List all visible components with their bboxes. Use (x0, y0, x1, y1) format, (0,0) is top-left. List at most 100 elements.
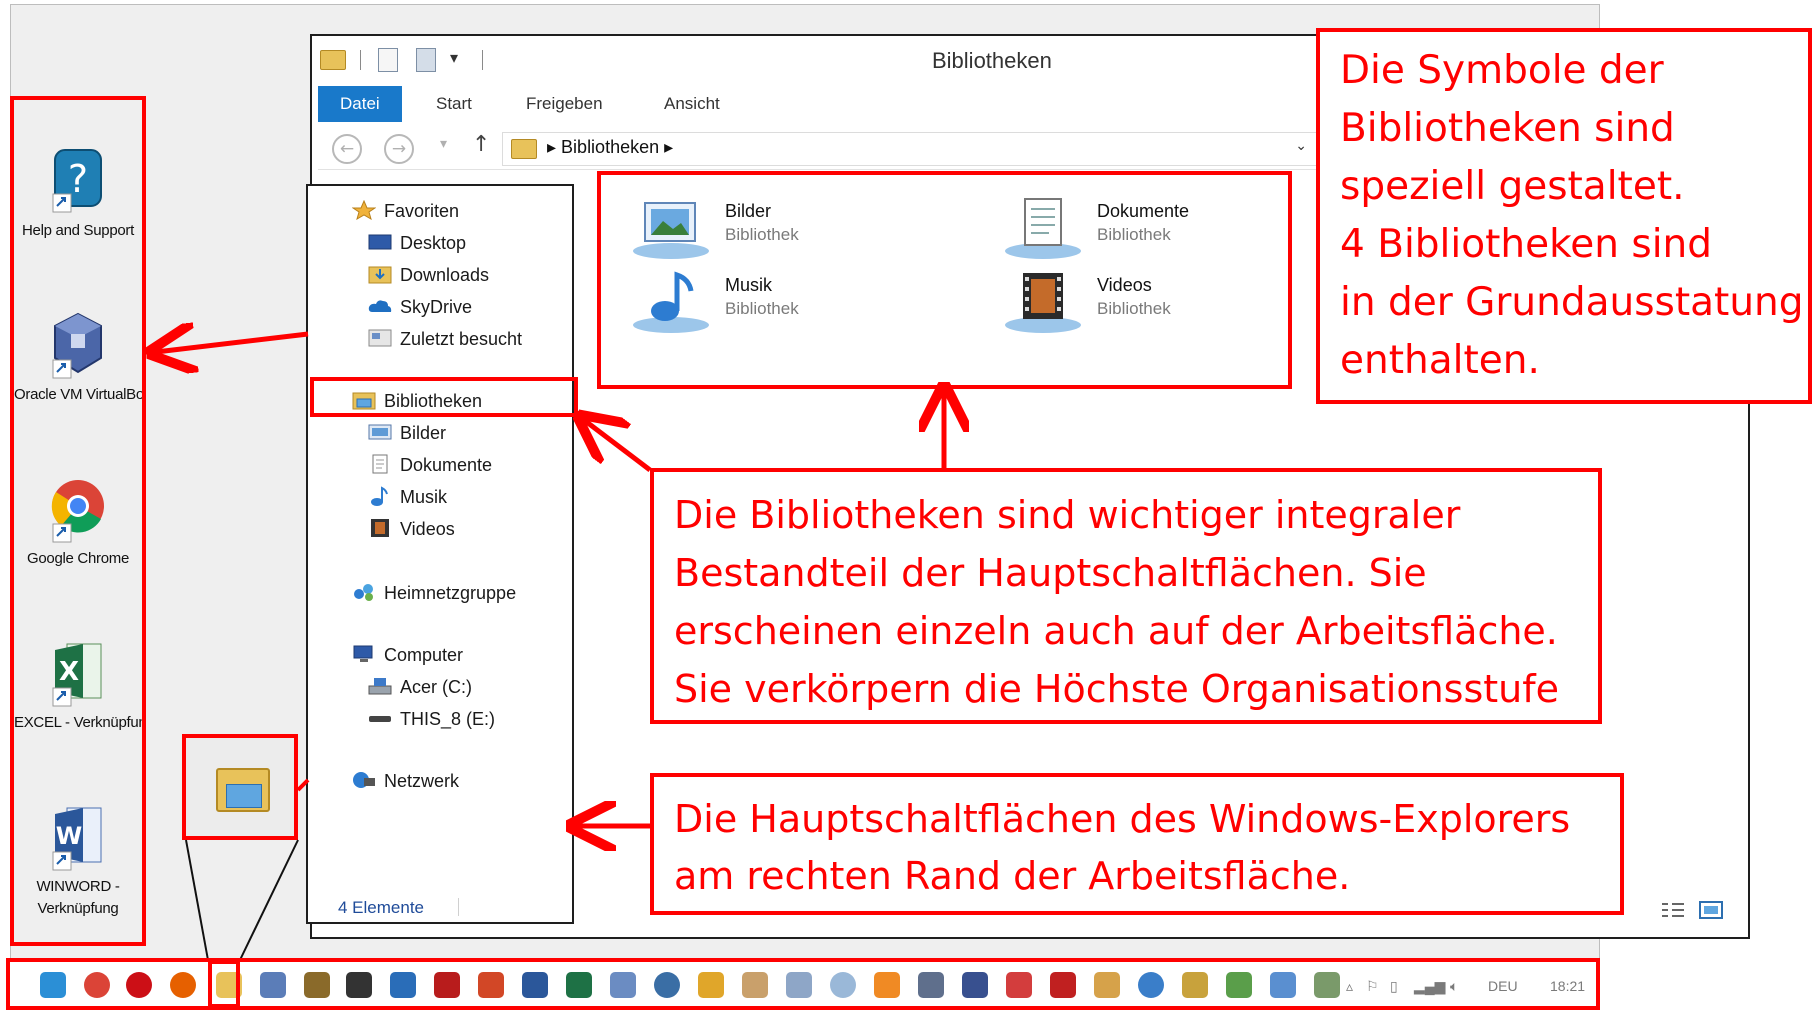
callout-main-buttons: Die Hauptschaltflächen des Windows-Explo… (650, 773, 1624, 915)
app-icon[interactable] (830, 972, 856, 998)
library-item-bilder[interactable]: Bilder Bibliothek (615, 193, 915, 263)
nav-label: Desktop (400, 233, 467, 253)
vlc-icon[interactable] (874, 972, 900, 998)
app-icon[interactable] (698, 972, 724, 998)
back-button[interactable]: ← (332, 134, 362, 164)
nav-documents[interactable]: Dokumente (368, 452, 492, 478)
desktop-icon-label: Oracle VM VirtualBox (14, 386, 142, 403)
desktop-icon-chrome[interactable]: Google Chrome (14, 474, 142, 570)
app-icon[interactable] (1226, 972, 1252, 998)
app-icon[interactable] (260, 972, 286, 998)
library-item-musik[interactable]: Musik Bibliothek (615, 267, 915, 337)
flag-icon[interactable]: ⚐ (1366, 978, 1379, 995)
nav-videos[interactable]: Videos (368, 516, 455, 542)
navigation-pane: Favoriten Desktop Downloads SkyDrive Zul… (306, 184, 574, 924)
screenshot-stage: ? Help and Support Oracle VM VirtualBox … (0, 0, 1813, 1010)
details-view-icon[interactable] (1658, 896, 1728, 926)
nav-pictures[interactable]: Bilder (368, 420, 446, 446)
app-icon[interactable] (1138, 972, 1164, 998)
nav-computer[interactable]: Computer (352, 642, 463, 668)
nav-downloads[interactable]: Downloads (368, 262, 489, 288)
callout-library-symbols: Die Symbole der Bibliotheken sind spezie… (1316, 28, 1812, 404)
desktop-icon-label: Google Chrome (27, 550, 129, 567)
address-bar-row: ← → ▾ ↑ ▸ Bibliotheken ▸ ⌄ (318, 126, 1318, 170)
nav-label: Dokumente (400, 455, 493, 475)
clock[interactable]: 18:21 (1550, 978, 1585, 994)
nav-label: Musik (400, 487, 448, 507)
status-item-count: 4 Elemente (338, 898, 424, 917)
breadcrumb-item[interactable]: Bibliotheken (561, 137, 659, 157)
library-item-dokumente[interactable]: Dokumente Bibliothek (987, 193, 1287, 263)
address-bar[interactable]: ▸ Bibliotheken ▸ ⌄ (502, 132, 1318, 166)
app-icon[interactable] (1314, 972, 1340, 998)
excel-icon: X (49, 638, 107, 708)
show-hidden-icons-icon[interactable]: ▵ (1346, 978, 1353, 995)
tab-start[interactable]: Start (436, 86, 472, 122)
app-icon[interactable] (654, 972, 680, 998)
app-icon[interactable] (918, 972, 944, 998)
customize-qat-icon[interactable]: ▾ (450, 48, 458, 67)
tab-datei[interactable]: Datei (318, 86, 402, 122)
desktop-icon-virtualbox[interactable]: Oracle VM VirtualBox (14, 310, 142, 406)
firefox-icon[interactable] (170, 972, 196, 998)
desktop-icon-excel[interactable]: X EXCEL - Verknüpfung (14, 638, 142, 734)
svg-text:W: W (56, 822, 82, 850)
app-icon[interactable] (1050, 972, 1076, 998)
opera-icon[interactable] (126, 972, 152, 998)
explorer-taskbar-highlight (208, 960, 240, 1008)
library-name: Musik (725, 275, 773, 295)
chrome-icon[interactable] (84, 972, 110, 998)
speaker-icon[interactable]: 🔈︎ (1450, 978, 1458, 995)
library-name: Dokumente (1097, 201, 1190, 221)
nav-drive-e[interactable]: THIS_8 (E:) (368, 706, 495, 732)
nav-label: Downloads (400, 265, 490, 285)
desktop-icon-word[interactable]: W WINWORD - Verknüpfung (14, 802, 142, 920)
tab-ansicht[interactable]: Ansicht (664, 86, 720, 122)
view-toggle (1658, 896, 1728, 926)
forward-button[interactable]: → (384, 134, 414, 164)
nav-homegroup[interactable]: Heimnetzgruppe (352, 580, 516, 606)
app-icon[interactable] (390, 972, 416, 998)
new-folder-icon[interactable] (416, 48, 436, 72)
nav-label: Favoriten (384, 201, 460, 221)
app-icon[interactable] (786, 972, 812, 998)
app-icon[interactable] (962, 972, 988, 998)
properties-icon[interactable] (378, 48, 398, 72)
app-icon[interactable] (1182, 972, 1208, 998)
app-icon[interactable] (1094, 972, 1120, 998)
app-icon[interactable] (434, 972, 460, 998)
computer-icon (352, 644, 376, 664)
nav-drive-c[interactable]: Acer (C:) (368, 674, 472, 700)
chevron-down-icon[interactable]: ⌄ (1295, 138, 1307, 154)
desktop-icon-help[interactable]: ? Help and Support (14, 146, 142, 242)
app-icon[interactable] (1270, 972, 1296, 998)
powerpoint-icon[interactable] (478, 972, 504, 998)
nav-skydrive[interactable]: SkyDrive (368, 294, 472, 320)
up-arrow-icon[interactable]: ↑ (472, 132, 490, 157)
nav-favorites[interactable]: Favoriten (351, 198, 460, 224)
app-icon[interactable] (742, 972, 768, 998)
app-icon[interactable] (1006, 972, 1032, 998)
app-icon[interactable] (610, 972, 636, 998)
language-indicator[interactable]: DEU (1488, 978, 1518, 994)
network-signal-icon[interactable]: ▂▄▆ (1414, 978, 1445, 995)
word-icon[interactable] (522, 972, 548, 998)
help-icon: ? (49, 146, 107, 216)
library-item-videos[interactable]: Videos Bibliothek (987, 267, 1287, 337)
library-name: Bilder (725, 201, 772, 221)
network-icon (352, 770, 376, 790)
battery-icon[interactable]: ▯ (1390, 978, 1398, 995)
recent-locations-icon[interactable]: ▾ (440, 136, 447, 152)
app-icon[interactable] (304, 972, 330, 998)
library-type: Bibliothek (1097, 225, 1171, 244)
app-icon[interactable] (346, 972, 372, 998)
nav-network[interactable]: Netzwerk (352, 768, 459, 794)
nav-music[interactable]: Musik (368, 484, 447, 510)
nav-recent[interactable]: Zuletzt besucht (368, 326, 522, 352)
internet-explorer-icon[interactable] (40, 972, 66, 998)
tab-freigeben[interactable]: Freigeben (526, 86, 603, 122)
nav-desktop[interactable]: Desktop (368, 230, 466, 256)
excel-icon[interactable] (566, 972, 592, 998)
nav-label: Zuletzt besucht (400, 329, 523, 349)
documents-library-icon (1003, 197, 1083, 261)
